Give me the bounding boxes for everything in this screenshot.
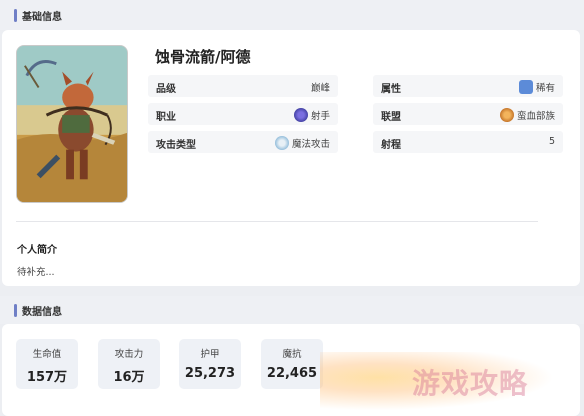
stat-attack-value: 16万 [113,370,145,385]
stat-hp: 生命值 157万 [16,339,78,389]
attr-range-value: 5 [549,136,555,147]
attr-attack-type: 攻击类型 魔法攻击 [148,131,338,153]
stat-magic-resist-label: 魔抗 [282,349,302,360]
archer-class-icon [293,108,308,122]
attr-alliance-value: 蛮血部族 [499,108,555,122]
hero-portrait [16,45,128,203]
attr-class: 职业 射手 [148,103,338,125]
attr-attack-type-value: 魔法攻击 [274,136,330,150]
stat-magic-resist-value: 22,465 [266,366,318,381]
barbarian-tribe-icon [499,108,514,122]
hero-portrait-illustration [17,46,127,202]
section-divider [16,221,538,222]
attr-property-value-text: 稀有 [535,83,555,94]
stat-hp-value: 157万 [26,370,68,385]
attr-alliance: 联盟 蛮血部族 [373,103,563,125]
attr-rank-label: 品级 [156,84,176,95]
stat-armor-value: 25,273 [184,366,236,381]
attr-range-label: 射程 [381,140,401,151]
attr-property-value: 稀有 [518,80,555,94]
data-info-title: 数据信息 [22,306,62,318]
basic-info-header: 基础信息 [0,0,584,30]
attr-rank-value-text: 巅峰 [310,83,330,94]
attr-alliance-value-text: 蛮血部族 [516,111,555,122]
attr-attack-type-label: 攻击类型 [156,140,196,151]
attr-attack-type-value-text: 魔法攻击 [291,139,330,150]
intro-text: 待补充... [17,267,55,278]
basic-info-title: 基础信息 [22,11,62,23]
attr-rank: 品级 巅峰 [148,75,338,97]
data-info-header: 数据信息 [0,296,584,324]
intro-title: 个人简介 [17,245,57,256]
hero-name: 蚀骨流箭/阿德 [155,48,251,66]
stat-armor-label: 护甲 [200,349,220,360]
attr-property-label: 属性 [381,84,401,95]
stat-attack: 攻击力 16万 [98,339,160,389]
stat-magic-resist: 魔抗 22,465 [261,339,323,389]
section-accent-bar [14,8,17,22]
stat-hp-label: 生命值 [32,349,62,360]
section-accent-bar [14,303,17,317]
attr-range-value-text: 5 [548,136,555,147]
rarity-icon [518,80,533,94]
stat-attack-label: 攻击力 [114,349,144,360]
attr-property: 属性 稀有 [373,75,563,97]
magic-attack-icon [274,136,289,150]
stat-armor: 护甲 25,273 [179,339,241,389]
attr-class-value-text: 射手 [310,111,330,122]
attr-class-value: 射手 [293,108,330,122]
attr-rank-value: 巅峰 [311,80,330,94]
attr-alliance-label: 联盟 [381,112,401,123]
attr-class-label: 职业 [156,112,176,123]
attr-range: 射程 5 [373,131,563,153]
